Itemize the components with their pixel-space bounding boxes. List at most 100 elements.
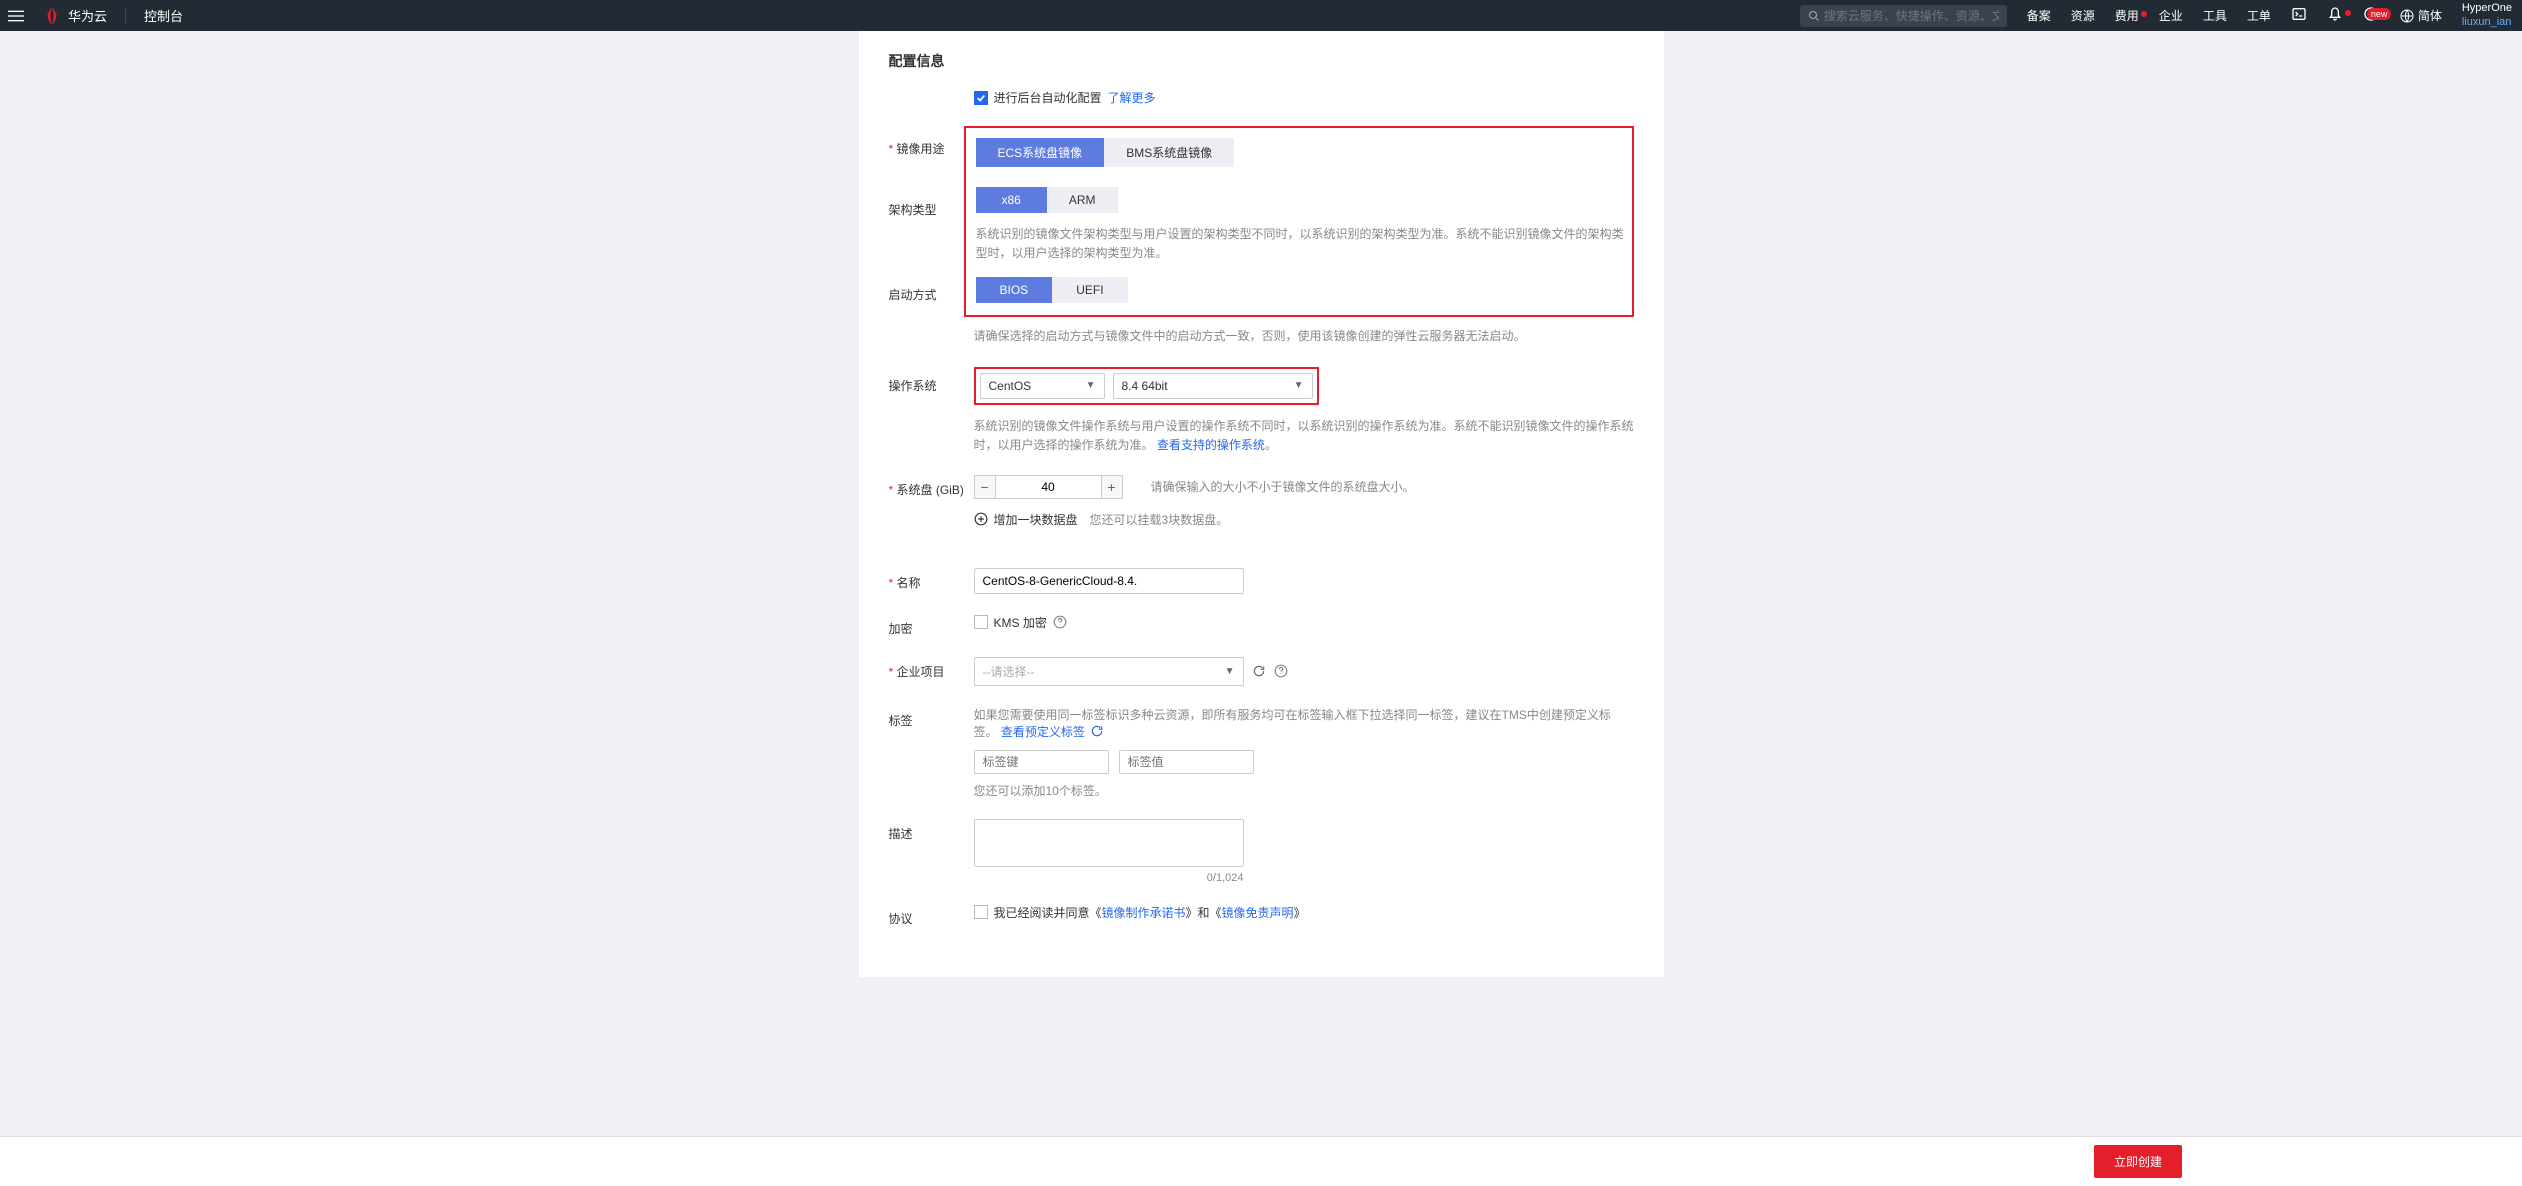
image-use-label: 镜像用途 — [889, 126, 974, 157]
boot-uefi[interactable]: UEFI — [1052, 277, 1127, 303]
desc-char-count: 0/1,024 — [974, 872, 1244, 884]
globe-icon — [2399, 8, 2415, 24]
image-use-toggle: ECS系统盘镜像 BMS系统盘镜像 — [976, 138, 1632, 167]
name-input[interactable] — [974, 568, 1244, 594]
nav-workorder[interactable]: 工单 — [2237, 7, 2281, 24]
console-link[interactable]: 控制台 — [134, 6, 193, 25]
kms-checkbox[interactable] — [974, 615, 988, 629]
nav-fee[interactable]: 费用 — [2105, 7, 2149, 24]
auto-config-checkbox[interactable] — [974, 91, 988, 105]
badge-dot-icon — [2345, 10, 2351, 16]
search-input[interactable] — [1824, 9, 1999, 23]
arch-x86[interactable]: x86 — [976, 187, 1047, 213]
arch-label: 架构类型 — [889, 157, 974, 218]
menu-icon — [8, 8, 24, 24]
chevron-down-icon: ▼ — [1086, 380, 1096, 391]
auto-config-label: 进行后台自动化配置 — [994, 89, 1102, 106]
boot-toggle: BIOS UEFI — [976, 277, 1632, 303]
desc-label: 描述 — [889, 819, 974, 842]
nav-cloudshell[interactable] — [2281, 6, 2317, 25]
search-icon — [1808, 10, 1820, 22]
tag-key-input[interactable] — [974, 750, 1109, 774]
arch-note: 系统识别的镜像文件架构类型与用户设置的架构类型不同时，以系统识别的架构类型为准。… — [976, 225, 1632, 263]
nav-language[interactable]: 简体 — [2389, 7, 2452, 24]
os-family-select[interactable]: CentOS▼ — [980, 373, 1105, 399]
stepper-plus[interactable]: + — [1101, 475, 1123, 499]
tag-value-input[interactable] — [1119, 750, 1254, 774]
agreement-checkbox[interactable] — [974, 905, 988, 919]
bell-icon — [2327, 6, 2343, 22]
arch-toggle: x86 ARM — [976, 187, 1632, 213]
badge-dot-icon — [2141, 11, 2147, 17]
menu-button[interactable] — [0, 0, 32, 31]
agreement-row: 协议 我已经阅读并同意《镜像制作承诺书》和《镜像免责声明》 — [889, 904, 1634, 927]
highlighted-config-box: ECS系统盘镜像 BMS系统盘镜像 x86 ARM 系统识别的镜像文件架构类型与… — [964, 126, 1634, 317]
kms-label: KMS 加密 — [994, 614, 1047, 631]
disk-size-input[interactable] — [996, 475, 1101, 499]
check-icon — [976, 93, 986, 103]
add-data-disk[interactable]: 增加一块数据盘 您还可以挂载3块数据盘。 — [974, 511, 1634, 528]
nav-enterprise[interactable]: 企业 — [2149, 7, 2193, 24]
tag-predefined-link[interactable]: 查看预定义标签 — [1001, 725, 1085, 739]
user-line2: liuxun_ian — [2462, 16, 2512, 29]
agreement-link2[interactable]: 镜像免责声明 — [1222, 906, 1294, 920]
image-use-bms[interactable]: BMS系统盘镜像 — [1104, 138, 1234, 167]
boot-note-row: 请确保选择的启动方式与镜像文件中的启动方式一致，否则，使用该镜像创建的弹性云服务… — [889, 323, 1634, 346]
agreement-label: 协议 — [889, 904, 974, 927]
auto-config-row: 进行后台自动化配置 了解更多 — [889, 89, 1634, 106]
disk-size-stepper: − + — [974, 475, 1123, 499]
boot-bios[interactable]: BIOS — [976, 277, 1053, 303]
stepper-minus[interactable]: − — [974, 475, 996, 499]
tag-label: 标签 — [889, 706, 974, 729]
disk-label: 系统盘 (GiB) — [889, 475, 974, 498]
plus-circle-icon — [974, 512, 988, 526]
enterprise-label: 企业项目 — [889, 657, 974, 680]
learn-more-link[interactable]: 了解更多 — [1108, 89, 1156, 106]
os-row: 操作系统 CentOS▼ 8.4 64bit▼ 系统识别的镜像文件操作系统与用户… — [889, 367, 1634, 455]
disk-note: 请确保输入的大小不小于镜像文件的系统盘大小。 — [1151, 478, 1415, 495]
brand-name: 华为云 — [68, 6, 107, 25]
enterprise-row: 企业项目 --请选择--▼ — [889, 657, 1634, 686]
refresh-icon[interactable] — [1252, 664, 1266, 678]
main-panel: 配置信息 进行后台自动化配置 了解更多 镜像用途 架构类型 启动方式 ECS系统… — [859, 31, 1664, 977]
desc-textarea[interactable] — [974, 819, 1244, 867]
chevron-down-icon: ▼ — [1225, 666, 1235, 677]
boot-note: 请确保选择的启动方式与镜像文件中的启动方式一致，否则，使用该镜像创建的弹性云服务… — [974, 327, 1634, 346]
encrypt-row: 加密 KMS 加密 — [889, 614, 1634, 637]
global-search[interactable] — [1800, 5, 2007, 27]
nav-beian[interactable]: 备案 — [2017, 7, 2061, 24]
logo-area: 华为云 — [32, 6, 117, 26]
create-button[interactable]: 立即创建 — [2094, 1145, 2182, 1178]
user-line1: HyperOne — [2462, 2, 2512, 15]
agreement-link1[interactable]: 镜像制作承诺书 — [1102, 906, 1186, 920]
arch-arm[interactable]: ARM — [1047, 187, 1118, 213]
footer-bar: 立即创建 — [0, 1136, 2522, 1186]
help-icon[interactable] — [1053, 615, 1067, 629]
help-icon[interactable] — [1274, 664, 1288, 678]
cloudshell-icon — [2291, 6, 2307, 22]
os-supported-link[interactable]: 查看支持的操作系统 — [1157, 438, 1265, 452]
chevron-down-icon: ▼ — [1294, 380, 1304, 391]
desc-row: 描述 0/1,024 — [889, 819, 1634, 884]
enterprise-select[interactable]: --请选择--▼ — [974, 657, 1244, 686]
nav-resource[interactable]: 资源 — [2061, 7, 2105, 24]
nav-notifications[interactable] — [2317, 6, 2353, 25]
tag-limit-note: 您还可以添加10个标签。 — [974, 782, 1634, 799]
tag-row: 标签 如果您需要使用同一标签标识多种云资源，即所有服务均可在标签输入框下拉选择同… — [889, 706, 1634, 799]
image-use-ecs[interactable]: ECS系统盘镜像 — [976, 138, 1105, 167]
divider — [125, 8, 126, 24]
add-disk-note: 您还可以挂载3块数据盘。 — [1090, 511, 1229, 528]
os-highlight-box: CentOS▼ 8.4 64bit▼ — [974, 367, 1319, 405]
user-menu[interactable]: HyperOne liuxun_ian — [2452, 2, 2522, 28]
huawei-logo-icon — [42, 6, 62, 26]
disk-row: 系统盘 (GiB) − + 请确保输入的大小不小于镜像文件的系统盘大小。 增加一… — [889, 475, 1634, 528]
os-version-select[interactable]: 8.4 64bit▼ — [1113, 373, 1313, 399]
nav-support[interactable]: new — [2353, 6, 2389, 25]
os-label: 操作系统 — [889, 367, 974, 394]
boot-label: 启动方式 — [889, 218, 974, 303]
top-right-nav: 备案 资源 费用 企业 工具 工单 new 简体 HyperOne liuxun… — [1800, 0, 2522, 31]
section-title: 配置信息 — [889, 51, 1634, 71]
nav-tool[interactable]: 工具 — [2193, 7, 2237, 24]
refresh-icon[interactable] — [1090, 724, 1104, 738]
new-badge: new — [2367, 8, 2392, 20]
